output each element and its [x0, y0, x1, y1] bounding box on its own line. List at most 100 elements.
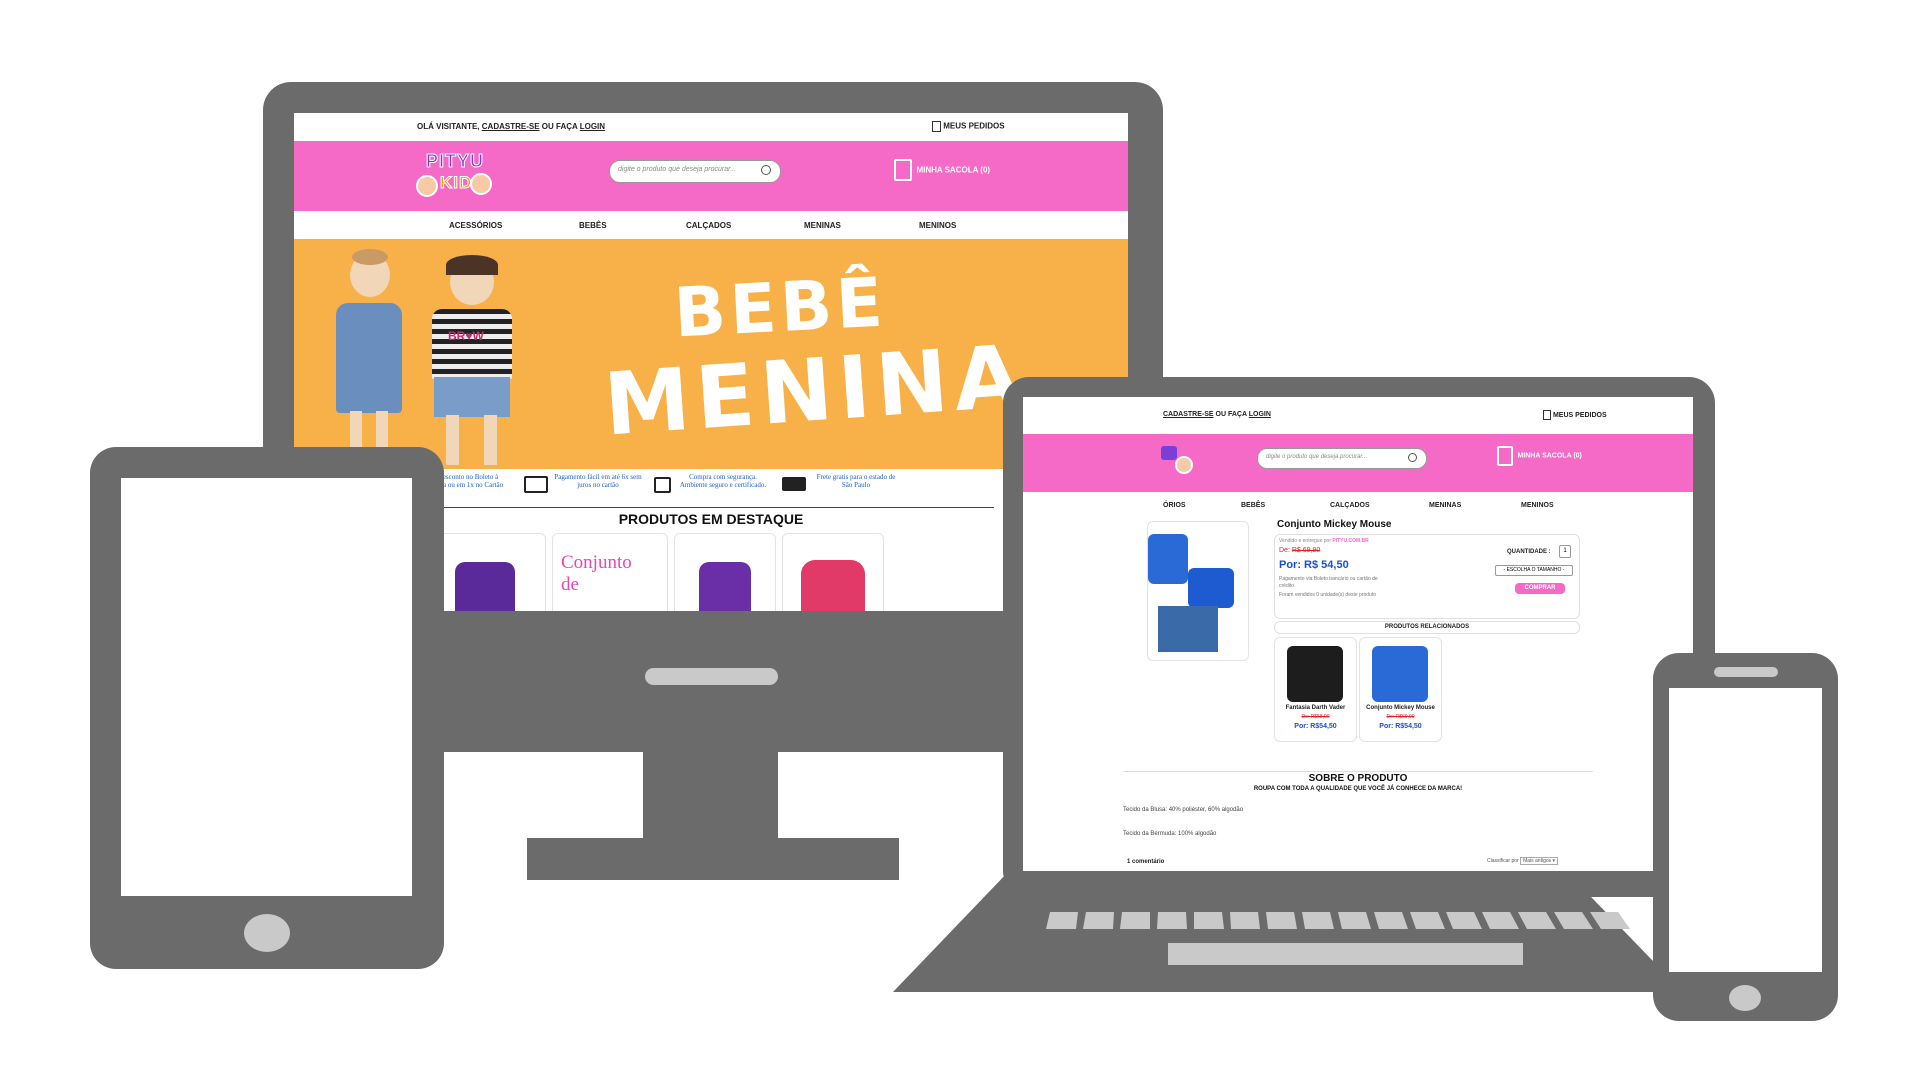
about-title: SOBRE O PRODUTO: [1308, 773, 1408, 784]
shopping-bag-icon: [894, 159, 912, 181]
or-text: OU FAÇA: [1215, 411, 1247, 418]
logo-baby-face-icon: [470, 173, 492, 195]
product-title: Conjunto Mickey Mouse: [1277, 519, 1392, 530]
payment-note: Pagamento via Boleto bancário ou cartão …: [1279, 576, 1378, 589]
nav-item-calcados[interactable]: CALÇADOS: [1330, 502, 1370, 509]
search-input[interactable]: digite o produto que deseja procurar...: [1266, 454, 1367, 460]
login-link[interactable]: LOGIN: [580, 122, 605, 131]
phone-speaker: [1714, 667, 1778, 677]
nav-item-acessorios[interactable]: ÓRIOS: [1163, 502, 1186, 509]
orders-link[interactable]: MEUS PEDIDOS: [932, 121, 1005, 132]
delivery-truck-icon: [782, 477, 806, 491]
related-name: Conjunto Mickey Mouse: [1366, 705, 1435, 711]
or-text: OU FAÇA: [541, 122, 578, 131]
nav-item-bebes[interactable]: BEBÊS: [1241, 502, 1265, 509]
product-image: [1287, 646, 1343, 702]
size-select[interactable]: - ESCOLHA O TAMANHO -: [1495, 565, 1573, 576]
feature-text: Pagamento fácil em até 6x sem juros no c…: [554, 473, 642, 489]
logo-baby-face-icon: [416, 175, 438, 197]
laptop-topbar: CADASTRE-SE OU FAÇA LOGIN MEUS PEDIDOS: [1023, 397, 1693, 427]
related-title: PRODUTOS RELACIONADOS: [1274, 621, 1580, 634]
nav-item-bebes[interactable]: BEBÊS: [579, 221, 607, 230]
laptop-header: digite o produto que deseja procurar... …: [1023, 434, 1693, 492]
nav-item-meninos[interactable]: MENINOS: [919, 221, 956, 230]
phone-home-button: [1729, 985, 1761, 1011]
desktop-monitor-button: [645, 668, 778, 685]
featured-promo-text: Conjunto de: [561, 552, 632, 595]
shirt-print-text: BR♥W: [448, 329, 484, 343]
laptop-keyboard: [1042, 912, 1652, 930]
buy-button[interactable]: COMPRAR: [1515, 583, 1565, 594]
nav-item-meninas[interactable]: MENINAS: [804, 221, 841, 230]
quantity-input[interactable]: 1: [1559, 545, 1571, 558]
nav-item-acessorios[interactable]: ACESSÓRIOS: [449, 221, 502, 230]
phone-screen: [1669, 688, 1822, 972]
nav-item-meninos[interactable]: MENINOS: [1521, 502, 1554, 509]
bag-label: MINHA SACOLA (0): [1517, 452, 1582, 460]
desktop-monitor-base: [527, 838, 899, 880]
related-price: Por: R$54,50: [1294, 723, 1337, 730]
about-line2: Tecido da Bermuda: 100% algodão: [1123, 831, 1217, 837]
product-main-image[interactable]: [1147, 521, 1249, 661]
desktop-nav: ACESSÓRIOS BEBÊS CALÇADOS MENINAS MENINO…: [294, 211, 1128, 239]
nav-item-meninas[interactable]: MENINAS: [1429, 502, 1461, 509]
search-icon[interactable]: [761, 165, 771, 175]
signup-link[interactable]: CADASTRE-SE: [1163, 411, 1214, 418]
quantity-label: QUANTIDADE :: [1507, 549, 1551, 555]
orders-link[interactable]: MEUS PEDIDOS: [1543, 410, 1607, 420]
site-logo[interactable]: [1161, 442, 1195, 480]
banner-title-line2: MENINA: [601, 326, 1030, 456]
desktop-topbar: OLÁ VISITANTE, CADASTRE-SE OU FAÇA LOGIN…: [294, 113, 1128, 141]
product-image: [801, 560, 865, 611]
bag-label: MINHA SACOLA (0): [916, 165, 991, 175]
product-card[interactable]: Conjunto de: [552, 533, 668, 611]
tablet-home-button: [244, 914, 290, 952]
about-line1: Tecido da Blusa: 40% poliéster, 60% algo…: [1123, 807, 1244, 813]
greeting-line: OLÁ VISITANTE, CADASTRE-SE OU FAÇA LOGIN: [417, 122, 605, 131]
sold-by-prefix: Vendido e entregue por: [1279, 538, 1331, 544]
divider: [429, 507, 994, 508]
related-product-card[interactable]: Conjunto Mickey Mouse De: R$69,90 Por: R…: [1359, 637, 1442, 742]
login-link[interactable]: LOGIN: [1249, 411, 1271, 418]
orders-label: MEUS PEDIDOS: [1552, 411, 1607, 419]
related-old-price: De: R$69,90: [1386, 714, 1415, 720]
related-old-price: De: R$58,90: [1301, 714, 1330, 720]
feature-text: Compra com segurança. Ambiente seguro e …: [679, 473, 767, 489]
laptop-screen: CADASTRE-SE OU FAÇA LOGIN MEUS PEDIDOS d…: [1023, 397, 1693, 871]
desktop-monitor-neck: [643, 750, 778, 842]
search-input[interactable]: digite o produto que deseja procurar...: [618, 166, 736, 173]
product-image: [1372, 646, 1428, 702]
tablet-screen: [121, 478, 412, 896]
divider: [1123, 771, 1593, 772]
related-product-card[interactable]: Fantasia Darth Vader De: R$58,90 Por: R$…: [1274, 637, 1357, 742]
list-icon: [932, 121, 941, 132]
sold-by: Vendido e entregue por PITYU.COM.BR: [1279, 538, 1369, 544]
product-card[interactable]: [782, 533, 884, 611]
about-subtitle: ROUPA COM TODA A QUALIDADE QUE VOCÊ JÁ C…: [1253, 786, 1463, 792]
shopping-bag-link[interactable]: MINHA SACOLA (0): [894, 159, 990, 181]
list-icon: [1543, 410, 1551, 420]
product-card[interactable]: [674, 533, 776, 611]
seller-link[interactable]: PITYU.COM.BR: [1332, 538, 1368, 544]
related-name: Fantasia Darth Vader: [1285, 705, 1346, 711]
sort-select[interactable]: Mais antigos ▾: [1520, 857, 1559, 865]
sort-label: Classificar por: [1487, 858, 1519, 864]
product-image: [455, 562, 515, 611]
search-box: digite o produto que deseja procurar...: [609, 160, 781, 183]
shopping-bag-link[interactable]: MINHA SACOLA (0): [1497, 446, 1582, 466]
greeting-line: CADASTRE-SE OU FAÇA LOGIN: [1163, 411, 1271, 418]
greeting-text: OLÁ VISITANTE,: [417, 122, 480, 131]
logo-word-top: PITYU: [425, 151, 485, 172]
site-logo[interactable]: PITYU KIDS: [416, 149, 492, 203]
laptop-nav: ÓRIOS BEBÊS CALÇADOS MENINAS MENINOS: [1023, 492, 1693, 518]
comment-count: 1 comentário: [1127, 859, 1165, 865]
baby-girl-photo: BR♥W: [422, 255, 522, 469]
nav-item-calcados[interactable]: CALÇADOS: [686, 221, 731, 230]
signup-link[interactable]: CADASTRE-SE: [482, 122, 540, 131]
sort-control: Classificar por Mais antigos ▾: [1487, 857, 1559, 865]
orders-label: MEUS PEDIDOS: [943, 121, 1005, 131]
related-price: Por: R$54,50: [1379, 723, 1422, 730]
search-icon[interactable]: [1408, 453, 1417, 462]
product-image: [699, 562, 751, 611]
sold-count: Foram vendidos 0 unidade(s) deste produt…: [1279, 592, 1377, 598]
